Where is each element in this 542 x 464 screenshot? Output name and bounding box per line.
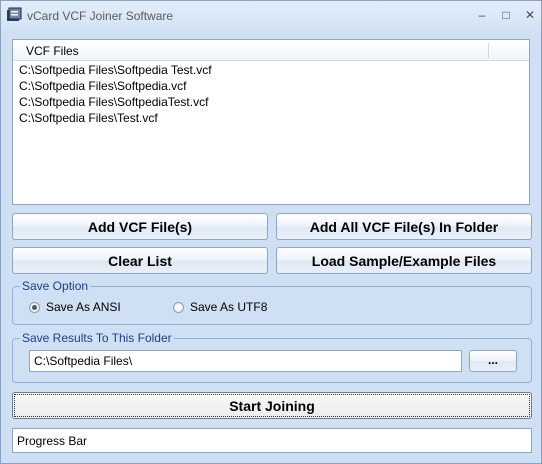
save-option-group: Save Option Save As ANSI Save As UTF8 bbox=[12, 279, 532, 325]
save-as-utf8-label: Save As UTF8 bbox=[190, 300, 268, 314]
add-vcf-files-button[interactable]: Add VCF File(s) bbox=[12, 213, 268, 240]
title-bar[interactable]: vCard VCF Joiner Software – □ ✕ bbox=[1, 1, 541, 32]
vcf-file-list[interactable]: VCF Files C:\Softpedia Files\Softpedia T… bbox=[12, 39, 530, 205]
list-item[interactable]: C:\Softpedia Files\Softpedia Test.vcf bbox=[19, 62, 212, 78]
save-as-ansi-radio[interactable]: Save As ANSI bbox=[29, 300, 121, 314]
save-option-legend: Save Option bbox=[20, 279, 91, 293]
save-folder-legend: Save Results To This Folder bbox=[20, 331, 174, 345]
save-as-utf8-radio[interactable]: Save As UTF8 bbox=[173, 300, 267, 314]
start-joining-button[interactable]: Start Joining bbox=[12, 392, 532, 419]
app-icon bbox=[7, 7, 22, 21]
load-sample-button[interactable]: Load Sample/Example Files bbox=[276, 247, 532, 274]
list-item[interactable]: C:\Softpedia Files\Softpedia.vcf bbox=[19, 78, 186, 94]
column-header-vcf-files: VCF Files bbox=[26, 44, 79, 58]
progress-label: Progress Bar bbox=[17, 434, 88, 448]
radio-checked-icon[interactable] bbox=[29, 301, 40, 313]
maximize-icon[interactable]: □ bbox=[495, 7, 517, 23]
radio-unchecked-icon[interactable] bbox=[173, 301, 184, 313]
add-folder-button[interactable]: Add All VCF File(s) In Folder bbox=[276, 213, 532, 240]
list-item[interactable]: C:\Softpedia Files\SoftpediaTest.vcf bbox=[19, 94, 208, 110]
minimize-icon[interactable]: – bbox=[471, 7, 493, 23]
progress-bar: Progress Bar bbox=[12, 428, 532, 453]
close-icon[interactable]: ✕ bbox=[519, 7, 541, 23]
save-folder-input[interactable] bbox=[29, 350, 462, 372]
window-title: vCard VCF Joiner Software bbox=[27, 9, 174, 23]
save-folder-group: Save Results To This Folder ... bbox=[12, 331, 532, 383]
list-item[interactable]: C:\Softpedia Files\Test.vcf bbox=[19, 110, 158, 126]
column-divider[interactable] bbox=[488, 43, 489, 58]
browse-folder-button[interactable]: ... bbox=[469, 350, 517, 372]
save-as-ansi-label: Save As ANSI bbox=[46, 300, 121, 314]
clear-list-button[interactable]: Clear List bbox=[12, 247, 268, 274]
list-column-header[interactable]: VCF Files bbox=[13, 40, 529, 61]
app-window: vCard VCF Joiner Software – □ ✕ VCF File… bbox=[0, 0, 542, 464]
